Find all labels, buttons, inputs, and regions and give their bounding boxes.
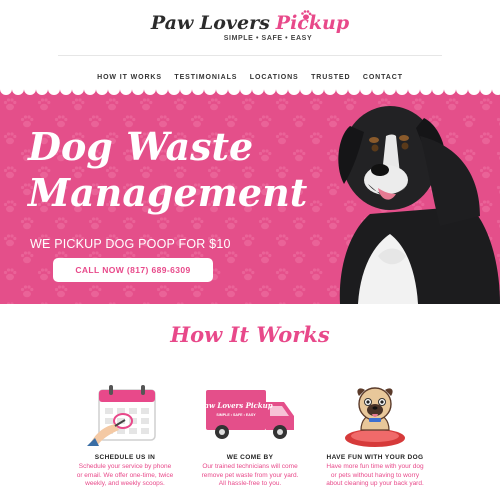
calendar-icon bbox=[87, 385, 156, 446]
nav-how-it-works[interactable]: HOW IT WORKS bbox=[97, 74, 162, 81]
hero-title-line1: Dog Waste bbox=[28, 124, 254, 169]
how-it-works-title: How It Works bbox=[170, 322, 330, 347]
hero-title: Dog Waste Management bbox=[28, 124, 328, 216]
logo-text-accent: Pickup bbox=[275, 12, 350, 34]
nav-trusted[interactable]: TRUSTED bbox=[311, 74, 350, 81]
scallop-edge bbox=[0, 86, 500, 95]
site-header: Paw Lovers Pickup SIMPLE • SAFE • EASY H… bbox=[0, 0, 500, 90]
pug-icon bbox=[345, 387, 405, 447]
truck-icon: Paw Lovers Pickup SIMPLE • SAFE • EASY bbox=[200, 390, 294, 439]
step-title: HAVE FUN WITH YOUR DOG bbox=[326, 454, 424, 461]
nav-testimonials[interactable]: TESTIMONIALS bbox=[174, 74, 237, 81]
nav-locations[interactable]: LOCATIONS bbox=[250, 74, 299, 81]
hero-banner: Dog Waste Management WE PICKUP DOG POOP … bbox=[0, 86, 500, 304]
logo-tagline: SIMPLE • SAFE • EASY bbox=[223, 35, 313, 42]
call-now-button[interactable]: CALL NOW (817) 689-6309 bbox=[53, 258, 213, 282]
nav-contact[interactable]: CONTACT bbox=[363, 74, 403, 81]
truck-logo-text: Paw Lovers Pickup bbox=[200, 401, 273, 410]
step-have-fun: HAVE FUN WITH YOUR DOG Have more fun tim… bbox=[300, 380, 450, 489]
site-logo[interactable]: Paw Lovers Pickup SIMPLE • SAFE • EASY bbox=[0, 10, 500, 42]
step-description: Schedule your service by phone or email.… bbox=[76, 463, 174, 488]
header-divider bbox=[58, 55, 442, 56]
paw-icon bbox=[301, 10, 312, 20]
step-description: Our trained technicians will come remove… bbox=[201, 463, 299, 488]
dog-photo bbox=[338, 106, 500, 304]
hero-title-line2: Management bbox=[28, 170, 308, 215]
main-nav: HOW IT WORKS TESTIMONIALS LOCATIONS TRUS… bbox=[0, 66, 500, 84]
step-description: Have more fun time with your dog or pets… bbox=[326, 463, 424, 488]
logo-text-primary: Paw Lovers bbox=[150, 12, 270, 34]
truck-logo-tagline: SIMPLE • SAFE • EASY bbox=[216, 413, 256, 417]
hero-subtitle: WE PICKUP DOG POOP FOR $10 bbox=[30, 237, 231, 251]
